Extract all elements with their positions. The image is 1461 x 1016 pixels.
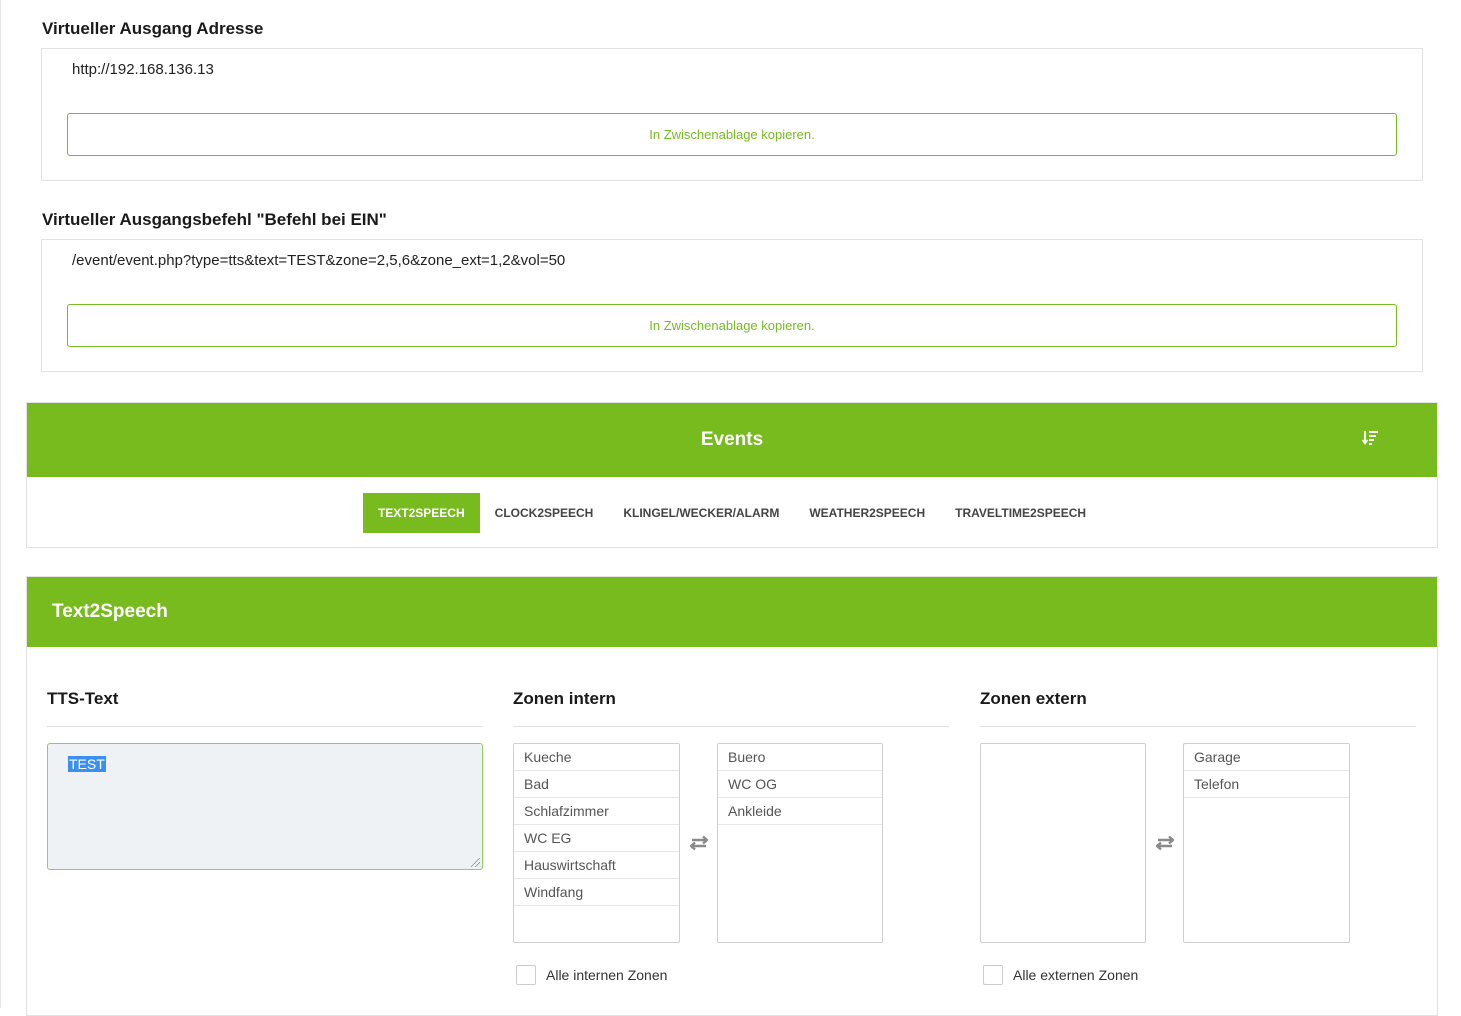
tab-text2speech[interactable]: TEXT2SPEECH (362, 492, 480, 533)
zones-intern-selected-list[interactable]: Buero WC OG Ankleide (717, 743, 883, 943)
tab-klingel-wecker-alarm[interactable]: KLINGEL/WECKER/ALARM (608, 493, 794, 533)
tts-text-value: TEST (68, 756, 106, 772)
tts-text-divider (47, 726, 483, 727)
events-panel: Events TEXT2SPEECH CLOCK2SPEECH KLINGEL/… (26, 402, 1438, 548)
text2speech-header: Text2Speech (27, 577, 1437, 647)
list-item[interactable]: Bad (514, 771, 679, 798)
virtual-output-command-box: /event/event.php?type=tts&text=TEST&zone… (41, 239, 1423, 372)
all-internal-zones-label: Alle internen Zonen (546, 967, 668, 983)
zones-extern-available-list[interactable] (980, 743, 1146, 943)
zones-intern-divider (513, 726, 949, 727)
all-external-zones-label: Alle externen Zonen (1013, 967, 1139, 983)
swap-arrows-icon[interactable] (1154, 835, 1176, 851)
all-external-zones-checkbox[interactable] (983, 965, 1003, 985)
list-item[interactable]: WC EG (514, 825, 679, 852)
tab-traveltime2speech[interactable]: TRAVELTIME2SPEECH (940, 493, 1101, 533)
resize-handle-icon[interactable] (471, 858, 480, 867)
copy-command-button[interactable]: In Zwischenablage kopieren. (67, 304, 1397, 347)
list-item[interactable]: Hauswirtschaft (514, 852, 679, 879)
list-item[interactable]: Buero (718, 744, 882, 771)
zones-extern-divider (980, 726, 1416, 727)
zones-extern-selected-list[interactable]: Garage Telefon (1183, 743, 1350, 943)
list-item[interactable]: Telefon (1184, 771, 1349, 798)
list-item[interactable]: Ankleide (718, 798, 882, 825)
events-tabs: TEXT2SPEECH CLOCK2SPEECH KLINGEL/WECKER/… (27, 477, 1437, 548)
list-item[interactable]: WC OG (718, 771, 882, 798)
tab-clock2speech[interactable]: CLOCK2SPEECH (480, 493, 609, 533)
zones-extern-label: Zonen extern (980, 689, 1087, 708)
virtual-output-command-title: Virtueller Ausgangsbefehl "Befehl bei EI… (42, 210, 387, 229)
all-external-zones-row: Alle externen Zonen (983, 965, 1138, 985)
tts-text-input[interactable]: TEST (47, 743, 483, 870)
events-header: Events (27, 403, 1437, 477)
sort-descending-icon[interactable] (1361, 429, 1379, 447)
virtual-output-address-value[interactable]: http://192.168.136.13 (72, 61, 214, 78)
page-left-border (0, 0, 1, 1008)
text2speech-title: Text2Speech (52, 601, 168, 622)
all-internal-zones-row: Alle internen Zonen (516, 965, 667, 985)
list-item[interactable]: Garage (1184, 744, 1349, 771)
zones-intern-available-list[interactable]: Kueche Bad Schlafzimmer WC EG Hauswirtsc… (513, 743, 680, 943)
copy-address-button[interactable]: In Zwischenablage kopieren. (67, 113, 1397, 156)
list-item[interactable]: Schlafzimmer (514, 798, 679, 825)
list-item[interactable]: Kueche (514, 744, 679, 771)
tab-weather2speech[interactable]: WEATHER2SPEECH (794, 493, 940, 533)
virtual-output-address-box: http://192.168.136.13 In Zwischenablage … (41, 48, 1423, 181)
list-item[interactable]: Windfang (514, 879, 679, 906)
tts-text-label: TTS-Text (47, 689, 119, 708)
zones-intern-label: Zonen intern (513, 689, 616, 708)
events-title: Events (700, 429, 764, 450)
virtual-output-address-title: Virtueller Ausgang Adresse (42, 19, 264, 38)
all-internal-zones-checkbox[interactable] (516, 965, 536, 985)
swap-arrows-icon[interactable] (688, 835, 710, 851)
virtual-output-command-value[interactable]: /event/event.php?type=tts&text=TEST&zone… (72, 252, 565, 269)
